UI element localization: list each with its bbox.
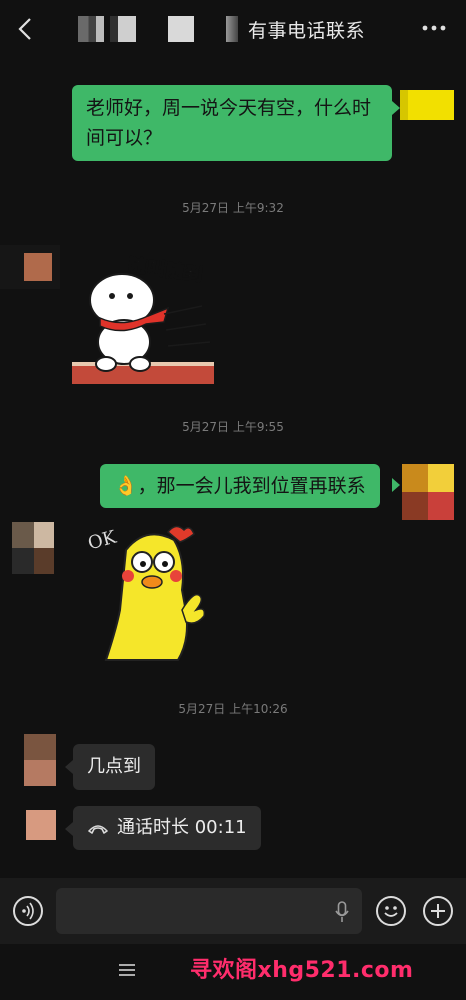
ok-hand-icon: 👌 [114,475,138,497]
pixelated-name-block [142,16,162,42]
bubble-tail [392,101,400,115]
top-bar: 有事电话联系 [0,0,466,58]
voice-icon[interactable] [13,896,43,926]
message-line: 老师好，周一说今天有空，什么时 [86,97,372,119]
my-avatar[interactable] [402,464,454,520]
bubble-tail [392,478,400,492]
more-dots-icon[interactable] [420,18,448,38]
incoming-message[interactable]: 几点到 [73,744,155,790]
message-text: ，那一会儿我到位置再联系 [137,475,366,497]
chat-title-text: 有事电话联系 [248,19,366,42]
call-duration-text: 通话时长 00:11 [117,817,247,838]
timestamp: 5月27日 上午9:32 [182,201,284,215]
call-record-message[interactable]: 通话时长 00:11 [73,806,261,850]
my-avatar[interactable] [400,90,454,120]
pixelated-name-block [78,16,104,42]
plus-icon[interactable] [423,896,453,926]
pixelated-name-block [110,16,136,42]
contact-avatar[interactable] [24,734,56,786]
chevron-left-icon[interactable] [14,16,38,42]
emoji-icon[interactable] [376,896,406,926]
timestamp: 5月27日 上午10:26 [178,702,288,716]
message-input[interactable] [56,888,362,934]
outgoing-message[interactable]: 老师好，周一说今天有空，什么时 间可以？ [72,85,392,161]
watermark-text: 寻欢阁xhg521.com [190,958,414,983]
input-bar [0,878,466,944]
bubble-tail [65,760,73,774]
menu-icon[interactable] [118,962,136,978]
mic-icon[interactable] [334,900,350,924]
pixelated-name-block [226,16,238,42]
outgoing-message[interactable]: 👌，那一会儿我到位置再联系 [100,464,380,508]
timestamp: 5月27日 上午9:55 [182,420,284,434]
bubble-tail [65,822,73,836]
message-line: 间可以？ [86,127,163,149]
chat-title: 有事电话联系 [78,14,365,44]
phone-hangup-icon [88,825,108,834]
contact-avatar[interactable] [12,522,54,574]
contact-avatar[interactable] [26,810,56,840]
contact-avatar[interactable] [0,245,60,289]
pixelated-name-block [168,16,194,42]
pixelated-name-block [200,16,220,42]
